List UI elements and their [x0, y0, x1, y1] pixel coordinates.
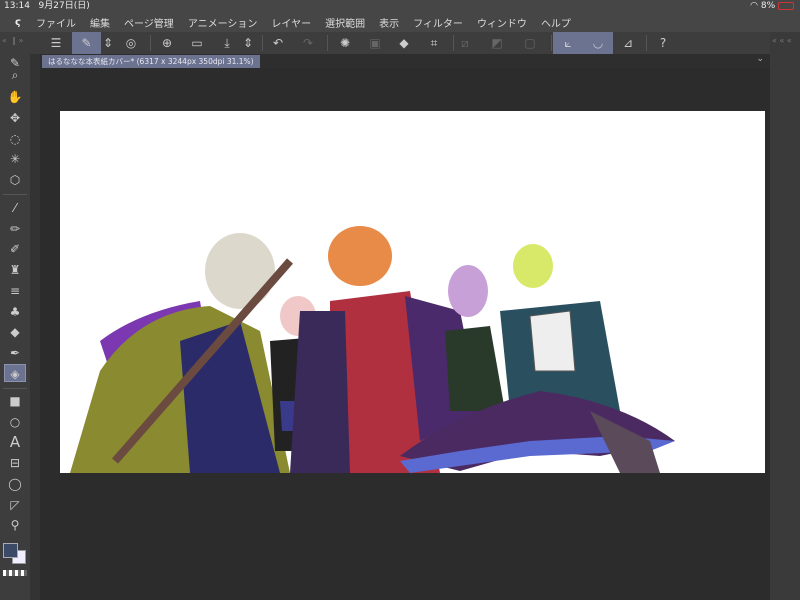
tool-property-icon[interactable]: ✎	[72, 32, 101, 54]
object-select-icon[interactable]: ⬡	[4, 171, 26, 189]
zoom-icon[interactable]: ⌕	[4, 66, 26, 84]
operation-icon[interactable]: ⚲	[4, 516, 26, 534]
frame-icon[interactable]: ⊟	[4, 454, 26, 472]
menu-page[interactable]: ページ管理	[124, 15, 174, 30]
menu-file[interactable]: ファイル	[36, 15, 76, 30]
copy-paste-icon[interactable]: ▣	[362, 32, 388, 54]
new-file-icon[interactable]: ⊕	[154, 32, 180, 54]
open-folder-icon[interactable]: ▭	[184, 32, 210, 54]
menu-edit[interactable]: 編集	[90, 15, 110, 30]
status-date: 9月27日(日)	[38, 1, 90, 11]
eyedropper-icon[interactable]: ⁄	[4, 199, 26, 217]
stepper-icon[interactable]: ⇕	[240, 32, 256, 54]
stepper-icon[interactable]: ⇕	[100, 32, 116, 54]
fill-tool-icon[interactable]: ◈	[4, 364, 26, 382]
document-tab-bar: はるななな本表紙カバー* (6317 x 3244px 350dpi 31.1%…	[40, 54, 770, 68]
menu-filter[interactable]: フィルター	[413, 15, 463, 30]
blend-icon[interactable]: ♣	[4, 303, 26, 321]
undo-icon[interactable]: ↶	[265, 32, 291, 54]
canvas-artwork[interactable]	[60, 111, 765, 473]
menu-animation[interactable]: アニメーション	[188, 15, 258, 30]
app-logo-icon[interactable]: ϛ	[0, 17, 36, 28]
tool-palette: ✎ ⌕ ✋ ✥ ◌ ✳ ⬡ ⁄ ✏ ✐ ♜ ≡ ♣ ◆ ✒ ◈ ■ ○ A ⊟ …	[0, 54, 30, 600]
status-time: 13:14	[4, 1, 30, 11]
menu-icon[interactable]: ☰	[43, 32, 69, 54]
illustration	[70, 226, 675, 473]
panel-gap	[30, 54, 40, 600]
balloon-icon[interactable]: ◯	[4, 475, 26, 493]
save-icon[interactable]: ⤓	[214, 32, 240, 54]
right-collapse-strip[interactable]: « « «	[770, 32, 800, 600]
gradient-icon[interactable]: ■	[4, 392, 26, 410]
wifi-icon: ◠	[750, 1, 758, 11]
correct-line-icon[interactable]: ✒	[4, 344, 26, 362]
ruler-icon[interactable]: ◸	[4, 496, 26, 514]
redo-icon[interactable]: ↷	[295, 32, 321, 54]
stabilization-icon[interactable]: ⊿	[615, 32, 641, 54]
help-icon[interactable]: ?	[650, 32, 676, 54]
transparent-color-swatch[interactable]	[3, 570, 27, 576]
companion-icon[interactable]: ◎	[118, 32, 144, 54]
battery-level: 8%	[760, 1, 776, 11]
menu-view[interactable]: 表示	[379, 15, 399, 30]
menu-selection[interactable]: 選択範囲	[325, 15, 365, 30]
menu-window[interactable]: ウィンドウ	[477, 15, 527, 30]
snap-ruler-icon[interactable]: ⟀	[553, 32, 583, 54]
move-icon[interactable]: ✥	[4, 109, 26, 127]
invert-selection-icon[interactable]: ◩	[484, 32, 510, 54]
show-selection-icon[interactable]: ▢	[517, 32, 543, 54]
lasso-icon[interactable]: ◌	[4, 130, 26, 148]
menu-layer[interactable]: レイヤー	[271, 15, 311, 30]
clear-selection-icon[interactable]: ✺	[332, 32, 358, 54]
fill-icon[interactable]: ◆	[391, 32, 417, 54]
airbrush-icon[interactable]: ♜	[4, 261, 26, 279]
menu-help[interactable]: ヘルプ	[541, 15, 571, 30]
snap-special-ruler-icon[interactable]: ◡	[583, 32, 613, 54]
menu-bar: ϛ ファイル 編集 ページ管理 アニメーション レイヤー 選択範囲 表示 フィル…	[0, 13, 800, 32]
left-collapse-strip[interactable]: « ‖ »	[0, 32, 40, 54]
figure-icon[interactable]: ○	[4, 413, 26, 431]
battery-icon	[778, 1, 794, 10]
chevron-down-icon[interactable]: ⌄	[756, 54, 764, 64]
eraser-icon[interactable]: ◆	[4, 323, 26, 341]
hand-icon[interactable]: ✋	[4, 88, 26, 106]
crop-icon[interactable]: ⌗	[421, 32, 447, 54]
pencil-icon[interactable]: ✏	[4, 220, 26, 238]
decoration-icon[interactable]: ≡	[4, 282, 26, 300]
document-tab[interactable]: はるななな本表紙カバー* (6317 x 3244px 350dpi 31.1%…	[42, 55, 260, 68]
main-color-swatch[interactable]	[3, 543, 18, 558]
magic-wand-icon[interactable]: ✳	[4, 150, 26, 168]
status-bar: 13:14 9月27日(日) ◠ 8%	[0, 0, 800, 13]
command-bar: ☰ ✎ ⇕ ◎ ⊕ ▭ ⤓ ⇕ ↶ ↷ ✺ ▣ ◆ ⌗ ⧄ ◩ ▢ ⟀ ◡ ⊿ …	[40, 32, 770, 54]
text-icon[interactable]: A	[4, 433, 26, 451]
brush-icon[interactable]: ✐	[4, 240, 26, 258]
deselect-icon[interactable]: ⧄	[452, 32, 478, 54]
